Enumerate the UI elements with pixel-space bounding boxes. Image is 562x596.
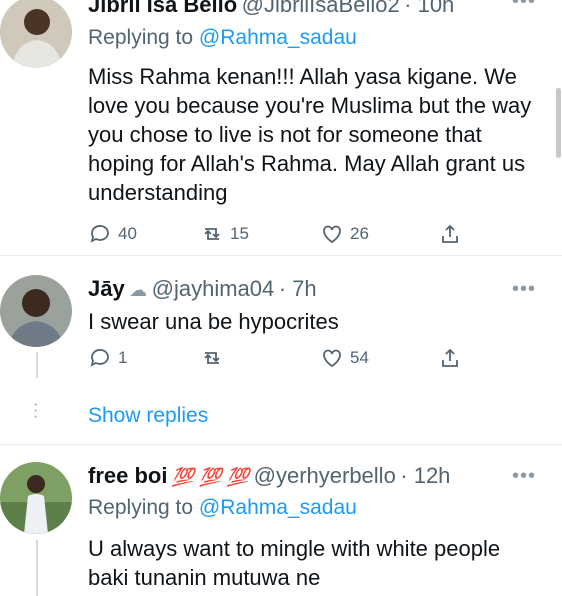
divider bbox=[0, 255, 562, 256]
user-handle[interactable]: @yerhyerbello bbox=[254, 463, 396, 488]
scrollbar[interactable] bbox=[556, 88, 561, 158]
share-button[interactable] bbox=[438, 346, 462, 370]
display-name[interactable]: free boi bbox=[88, 463, 167, 488]
share-icon bbox=[442, 348, 458, 367]
like-count: 54 bbox=[350, 348, 369, 367]
more-icon[interactable]: ••• bbox=[512, 0, 536, 13]
display-name[interactable]: Jāy bbox=[88, 276, 125, 301]
timestamp[interactable]: · 10h bbox=[404, 0, 454, 17]
like-count: 26 bbox=[350, 224, 369, 243]
more-icon[interactable]: ••• bbox=[512, 278, 536, 301]
thread-dots: · · · bbox=[33, 396, 39, 425]
retweet-icon bbox=[204, 228, 220, 240]
like-icon bbox=[323, 225, 341, 244]
retweet-count: 15 bbox=[230, 224, 249, 243]
thread-line bbox=[36, 352, 38, 378]
like-button[interactable]: 26 bbox=[320, 222, 369, 246]
share-icon bbox=[442, 224, 458, 243]
show-replies-link[interactable]: Show replies bbox=[88, 404, 208, 428]
reply-button[interactable]: 40 bbox=[88, 222, 137, 246]
tweet-text: Miss Rahma kenan!!! Allah yasa kigane. W… bbox=[88, 64, 532, 205]
like-icon bbox=[323, 349, 341, 368]
timestamp[interactable]: · 7h bbox=[279, 276, 317, 301]
reply-icon bbox=[90, 349, 109, 367]
reply-button[interactable]: 1 bbox=[88, 346, 127, 370]
retweet-icon bbox=[204, 352, 220, 364]
mention-link[interactable]: @Rahma_sadau bbox=[199, 26, 357, 49]
hundred-points-icon: 💯 💯 💯 bbox=[171, 467, 250, 487]
avatar[interactable] bbox=[0, 0, 72, 68]
reply-icon bbox=[90, 225, 109, 243]
avatar[interactable] bbox=[0, 275, 72, 347]
mention-link[interactable]: @Rahma_sadau bbox=[199, 496, 357, 519]
user-handle[interactable]: @jayhima04 bbox=[152, 276, 275, 301]
replying-to: Replying to @Rahma_sadau bbox=[88, 496, 357, 519]
display-name[interactable]: Jibril Isa Bello bbox=[88, 0, 237, 17]
tweet-text: I swear una be hypocrites bbox=[88, 309, 339, 334]
reply-count: 40 bbox=[118, 224, 137, 243]
user-handle[interactable]: @JibrilIsaBello2 bbox=[242, 0, 400, 17]
timestamp[interactable]: · 12h bbox=[400, 463, 450, 488]
retweet-button[interactable]: 15 bbox=[200, 222, 249, 246]
reply-count: 1 bbox=[118, 348, 128, 367]
avatar[interactable] bbox=[0, 462, 72, 534]
tweet-text: U always want to mingle with white peopl… bbox=[88, 536, 501, 590]
retweet-button[interactable] bbox=[200, 346, 230, 370]
divider bbox=[0, 444, 562, 445]
replying-to: Replying to @Rahma_sadau bbox=[88, 26, 357, 49]
badge-icon: ☁ bbox=[129, 280, 148, 300]
like-button[interactable]: 54 bbox=[320, 346, 369, 370]
more-icon[interactable]: ••• bbox=[512, 465, 536, 488]
thread-line bbox=[36, 540, 38, 596]
share-button[interactable] bbox=[438, 222, 462, 246]
